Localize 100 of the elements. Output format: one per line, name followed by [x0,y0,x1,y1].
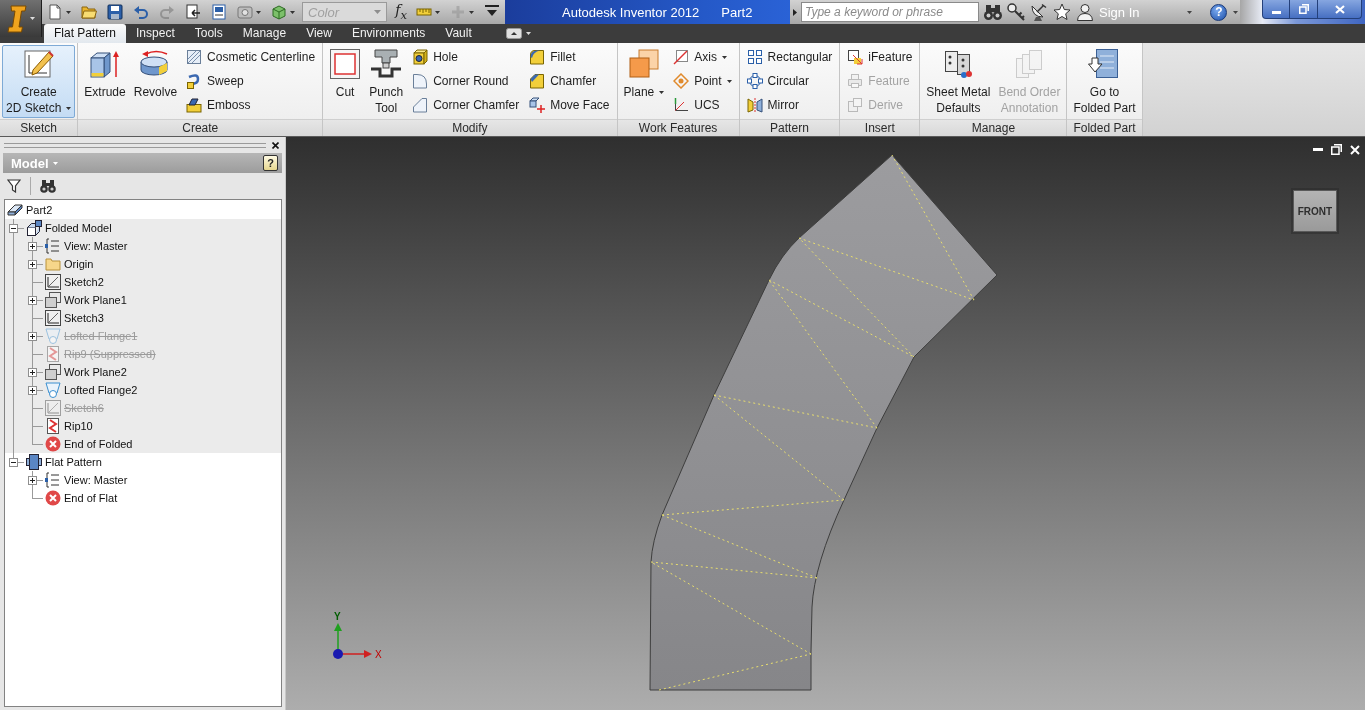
panel-label: Sketch [0,119,78,136]
tree-toggle[interactable] [28,386,37,395]
ribbon-button[interactable]: Axis [670,45,735,69]
caret-icon[interactable] [1187,10,1193,14]
help-button[interactable]: ? [263,155,278,171]
tree-toggle[interactable] [28,296,37,305]
tree-toggle[interactable] [28,368,37,377]
printer-icon [847,73,864,89]
work-plane-icon [45,364,61,380]
ribbon-button[interactable]: Rectangular [743,45,836,69]
blank-page-icon[interactable] [47,4,63,20]
ribbon-button[interactable]: UCS [670,93,735,117]
tree-item[interactable]: Sketch3 [63,312,105,324]
person-icon[interactable] [1076,3,1094,21]
ribbon-button[interactable]: Fillet [526,45,613,69]
ribbon-button[interactable]: iFeature [844,45,916,69]
tree-item[interactable]: Part2 [25,204,54,216]
search-field[interactable]: Type a keyword or phrase [801,2,979,22]
caret-icon[interactable] [256,10,261,14]
bracket-list-icon [45,238,61,254]
view-cube[interactable]: FRONT [1293,190,1337,232]
ribbon-tab[interactable]: Tools [184,24,233,43]
ribbon-tab[interactable]: Manage [232,24,297,43]
lofted-flange-icon [45,328,61,344]
key-icon[interactable] [1007,3,1025,21]
close-button[interactable] [1318,0,1362,19]
minimize-icon [1271,11,1281,14]
circular-pattern-icon [746,73,763,89]
filter-icon[interactable] [7,179,21,193]
ribbon-button[interactable]: Emboss [183,93,319,117]
tree-toggle[interactable] [9,458,18,467]
tree-item[interactable]: End of Folded [63,438,134,450]
ribbon-button[interactable]: Sheet Metal Defaults [922,45,995,118]
corner-round-icon [412,73,429,89]
ribbon-button[interactable]: Corner Round [409,69,523,93]
folder-icon[interactable] [81,4,97,20]
ribbon-button[interactable]: Circular [743,69,836,93]
restore-button[interactable] [1290,0,1318,19]
ribbon-tab[interactable]: Flat Pattern [44,24,127,43]
undo-icon[interactable] [133,4,149,20]
ribbon-button[interactable]: Move Face [526,93,613,117]
ribbon-button[interactable]: Create 2D Sketch [2,45,76,118]
caret-icon[interactable] [435,10,440,14]
satellite-dish-icon[interactable] [1030,3,1048,21]
tree-item[interactable]: View: Master [63,474,129,486]
ribbon-button[interactable]: Plane [619,45,669,118]
rip-icon [45,346,61,362]
ribbon-button[interactable]: Revolve [129,45,182,118]
binoculars-icon[interactable] [40,179,56,193]
ribbon-toggle-icon[interactable] [505,28,522,39]
ribbon-tab[interactable]: Environments [341,24,436,43]
tree-toggle[interactable] [28,242,37,251]
star-icon[interactable] [1053,3,1071,21]
tree-toggle[interactable] [28,476,37,485]
expand-arrow-icon[interactable] [793,8,797,16]
tree-item[interactable]: View: Master [63,240,129,252]
binoculars-icon[interactable] [984,3,1002,21]
caret-icon[interactable] [66,10,71,14]
tree-toggle[interactable] [28,260,37,269]
caret-icon[interactable] [290,10,295,14]
ribbon-tab[interactable]: Vault [435,24,482,43]
tree-item[interactable]: Sketch2 [63,276,105,288]
parameters-button[interactable]: f$_{x}$ [395,2,407,22]
tree-item[interactable]: Rip10 [63,420,94,432]
caret-icon[interactable] [525,32,531,35]
close-icon[interactable] [272,141,279,149]
document-icon[interactable] [211,4,227,20]
ribbon-tab[interactable]: Inspect [126,24,185,43]
ribbon-button[interactable]: Cosmetic Centerline [183,45,319,69]
restore-icon[interactable] [1331,144,1342,155]
tree-item[interactable]: Work Plane1 [63,294,128,306]
ribbon-button[interactable]: Go to Folded Part [1069,45,1140,118]
application-menu-button[interactable] [0,0,42,37]
work-plane-icon [45,292,61,308]
ribbon-tab[interactable]: View [296,24,342,43]
ribbon-button[interactable]: Extrude [80,45,130,118]
tree-toggle[interactable] [9,224,18,233]
ribbon-button[interactable]: Mirror [743,93,836,117]
folded-part-icon [1088,48,1121,80]
ribbon-button[interactable]: Cut [325,45,366,118]
ribbon-button[interactable]: Hole [409,45,523,69]
ribbon-button[interactable]: Punch Tool [365,45,408,118]
minimize-button[interactable] [1262,0,1290,19]
sketch-pencil-icon [22,48,55,80]
tree-item[interactable]: Work Plane2 [63,366,128,378]
tree-item[interactable]: Lofted Flange2 [63,384,139,396]
cube-icon[interactable] [271,4,287,20]
lofted-flange-icon [45,382,61,398]
tree-item[interactable]: End of Flat [63,492,119,504]
restore-icon [1298,4,1309,14]
save-icon[interactable] [107,4,123,20]
ribbon-button[interactable]: Point [670,69,735,93]
tree-toggle[interactable] [28,332,37,341]
tree-item[interactable]: Origin [63,258,95,270]
tree-item[interactable]: Folded Model [44,222,113,234]
ribbon-button[interactable]: Chamfer [526,69,613,93]
ribbon-button[interactable]: Sweep [183,69,319,93]
tree-item[interactable]: Flat Pattern [44,456,103,468]
ribbon-button[interactable]: Corner Chamfer [409,93,523,117]
caret-icon[interactable] [1233,10,1239,14]
